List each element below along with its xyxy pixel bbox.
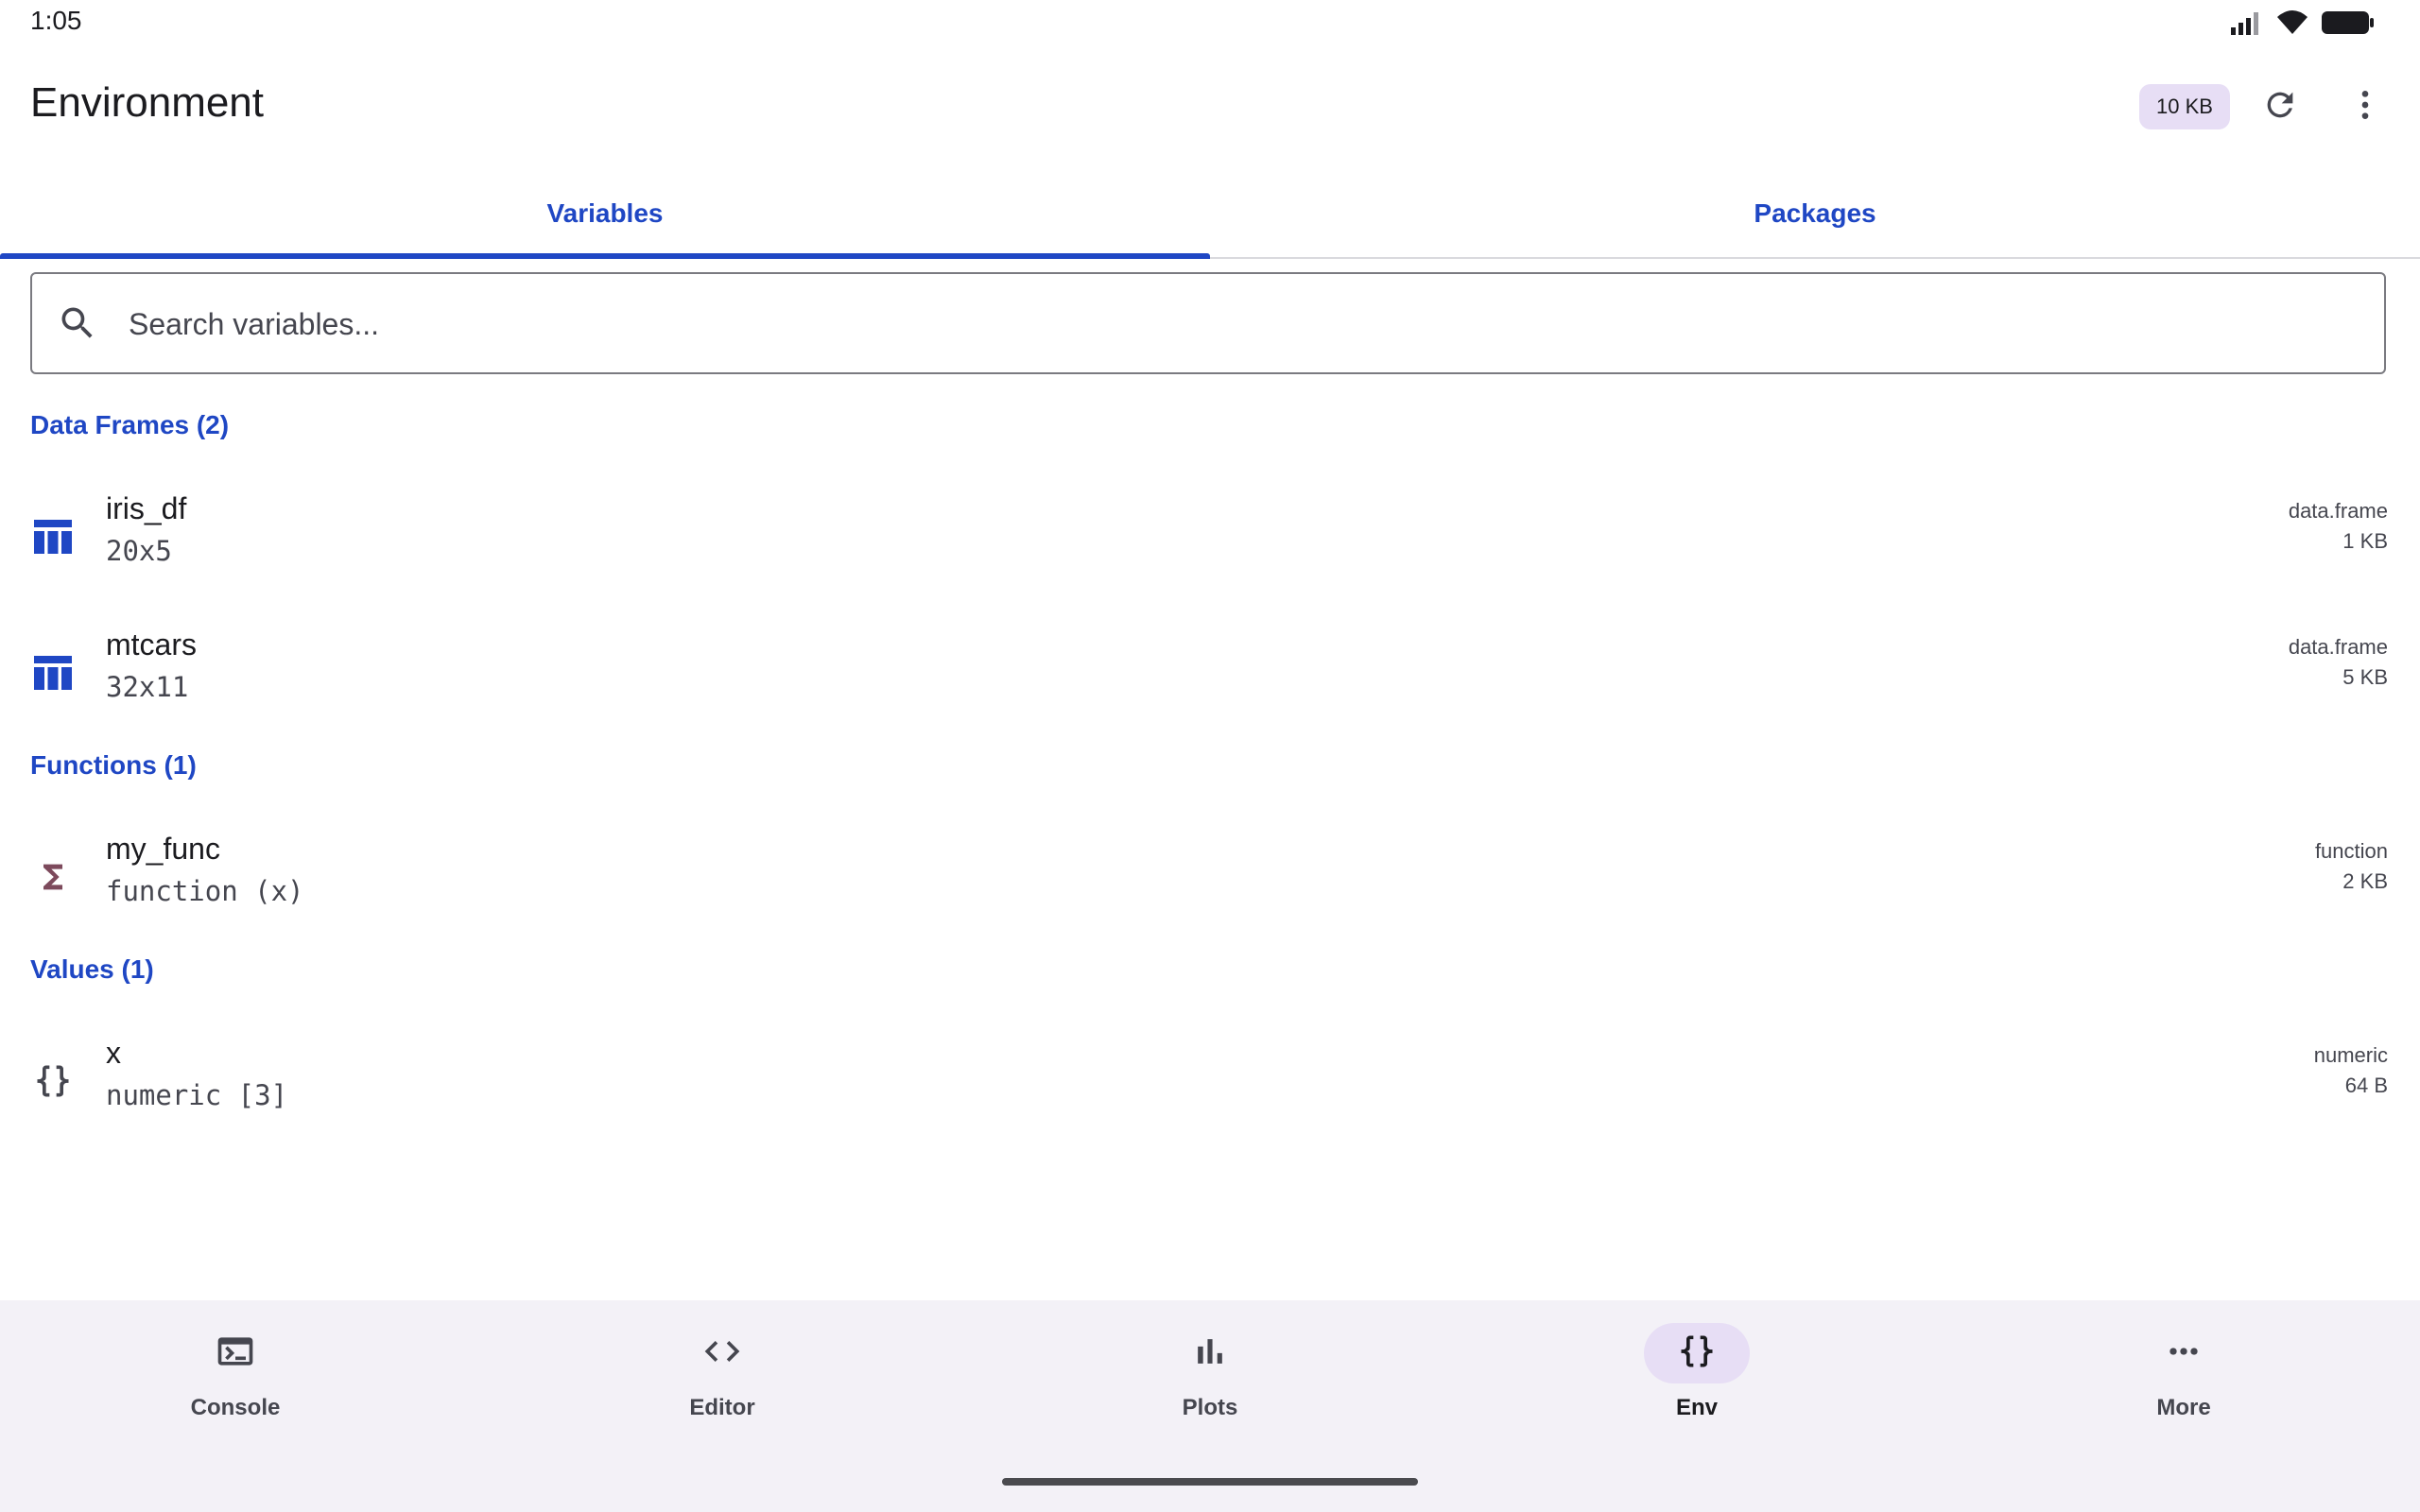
variable-name: mtcars — [106, 627, 197, 662]
table-icon — [32, 516, 74, 558]
nav-item-editor[interactable]: Editor — [622, 1323, 830, 1436]
nav-item-console[interactable]: Console — [135, 1323, 343, 1436]
variable-item-iris-df[interactable]: iris_df 20x5 data.frame 1 KB — [0, 482, 2420, 605]
app-bar: Environment 10 KB — [0, 57, 2420, 155]
variable-name: my_func — [106, 832, 220, 866]
variable-item-mtcars[interactable]: mtcars 32x11 data.frame 5 KB — [0, 618, 2420, 741]
nav-pill — [1157, 1323, 1263, 1383]
nav-label: Editor — [689, 1395, 755, 1420]
overflow-menu-button[interactable] — [2337, 78, 2394, 135]
nav-item-more[interactable]: More — [2083, 1323, 2291, 1436]
status-icons — [2231, 9, 2375, 41]
variable-summary: 32x11 — [106, 671, 189, 703]
tab-packages-label: Packages — [1754, 198, 1876, 228]
status-time: 1:05 — [30, 6, 82, 35]
search-input[interactable] — [127, 274, 2305, 374]
tab-packages[interactable]: Packages — [1210, 170, 2420, 257]
variable-summary: 20x5 — [106, 535, 172, 567]
tab-variables[interactable]: Variables — [0, 170, 1210, 259]
variable-class: numeric — [2313, 1043, 2388, 1067]
variable-name: iris_df — [106, 491, 187, 525]
variable-size: 5 KB — [2342, 665, 2388, 689]
variable-item-x[interactable]: x numeric [3] numeric 64 B — [0, 1026, 2420, 1149]
search-box — [30, 272, 2386, 374]
section-header-functions: Functions (1) — [30, 750, 197, 780]
section-header-data-frames: Data Frames (2) — [30, 410, 230, 439]
cellular-signal-icon — [2231, 10, 2263, 40]
nav-label: Env — [1675, 1395, 1718, 1420]
code-icon — [701, 1331, 743, 1377]
tab-variables-label: Variables — [546, 198, 664, 228]
nav-item-env[interactable]: Env — [1597, 1323, 1805, 1436]
page-title: Environment — [30, 79, 265, 126]
status-bar: 1:05 — [0, 0, 2420, 45]
refresh-icon — [2261, 86, 2299, 129]
battery-icon — [2322, 9, 2375, 41]
memory-size-chip[interactable]: 10 KB — [2139, 84, 2230, 129]
search-icon — [57, 302, 98, 349]
variable-summary: function (x) — [106, 875, 304, 907]
nav-pill-active — [1644, 1323, 1750, 1383]
table-icon — [32, 652, 74, 694]
sigma-icon — [32, 856, 74, 898]
variable-class: function — [2314, 839, 2388, 863]
terminal-icon — [215, 1331, 256, 1377]
refresh-button[interactable] — [2252, 78, 2308, 135]
nav-pill — [2131, 1323, 2237, 1383]
nav-label: More — [2156, 1395, 2211, 1420]
variable-size: 2 KB — [2342, 869, 2388, 893]
more-vertical-icon — [2346, 86, 2384, 129]
braces-icon — [32, 1060, 74, 1102]
nav-label: Plots — [1182, 1395, 1238, 1420]
tab-row: Variables Packages — [0, 170, 2420, 259]
braces-icon — [1676, 1331, 1718, 1377]
more-horizontal-icon — [2163, 1331, 2204, 1377]
variable-size: 1 KB — [2342, 529, 2388, 553]
variable-item-my-func[interactable]: my_func function (x) function 2 KB — [0, 822, 2420, 945]
section-header-values: Values (1) — [30, 954, 154, 984]
tab-indicator — [0, 253, 1210, 259]
nav-label: Console — [190, 1395, 281, 1420]
variable-size: 64 B — [2344, 1074, 2388, 1097]
bar-chart-icon — [1189, 1331, 1231, 1377]
wifi-icon — [2276, 9, 2308, 41]
nav-pill — [669, 1323, 775, 1383]
nav-pill — [182, 1323, 288, 1383]
home-indicator[interactable] — [1002, 1478, 1418, 1486]
nav-item-plots[interactable]: Plots — [1110, 1323, 1318, 1436]
variable-name: x — [106, 1036, 121, 1070]
variable-summary: numeric [3] — [106, 1079, 288, 1111]
variable-class: data.frame — [2288, 635, 2388, 659]
variable-class: data.frame — [2288, 499, 2388, 523]
